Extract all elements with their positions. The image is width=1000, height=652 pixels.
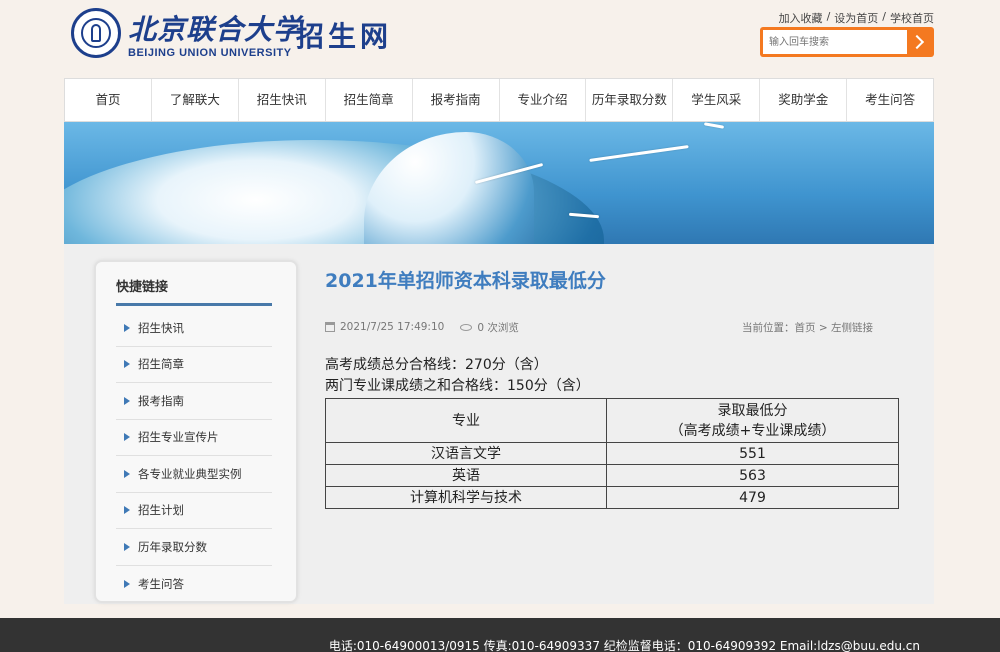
nav-past-scores[interactable]: 历年录取分数 [586,79,674,121]
article-content: 2021年单招师资本科录取最低分 2021/7/25 17:49:10 0 次浏… [325,266,899,509]
search-input[interactable] [763,30,907,54]
sidebar-title: 快捷链接 [116,276,272,306]
nav-scholarships[interactable]: 奖助学金 [760,79,848,121]
nav-guide[interactable]: 报考指南 [413,79,500,121]
table-header-row: 专业 录取最低分 （高考成绩+专业课成绩） [325,398,899,443]
footer-contact: 电话:010-64900013/0915 传真:010-64909337 纪检监… [328,639,920,652]
page-wrapper: 北京联合大学 BEIJING UNION UNIVERSITY 招生网 加入收藏… [64,0,934,604]
sidebar-item-label: 招生计划 [138,503,184,518]
set-homepage-link[interactable]: 设为首页 [834,10,878,26]
sidebar-item-label: 考生问答 [138,576,184,591]
sidebar-item-label: 报考指南 [138,393,184,408]
header-min-score: 录取最低分 （高考成绩+专业课成绩） [606,398,899,443]
major-cell: 英语 [325,464,607,487]
nav-student-life[interactable]: 学生风采 [673,79,761,121]
school-homepage-link[interactable]: 学校首页 [890,10,934,26]
table-row: 计算机科学与技术 479 [325,486,899,509]
banner-image [64,122,934,244]
nav-brochure[interactable]: 招生简章 [326,79,413,121]
major-cell: 计算机科学与技术 [325,486,607,509]
triangle-right-icon [124,433,130,442]
header-major: 专业 [325,398,607,443]
nav-news[interactable]: 招生快讯 [239,79,326,121]
seagull [703,122,725,129]
triangle-right-icon [124,396,130,405]
score-cell: 551 [606,442,899,465]
eye-icon [460,323,473,331]
sidebar-item-label: 招生专业宣传片 [138,430,219,445]
header-min-score-line1: 录取最低分 [717,402,788,419]
sidebar-item-faq[interactable]: 考生问答 [116,566,272,603]
triangle-right-icon [124,323,130,332]
nav-about[interactable]: 了解联大 [152,79,239,121]
article-meta: 2021/7/25 17:49:10 0 次浏览 当前位置：首页 > 左侧链接 [325,319,899,335]
triangle-right-icon [124,579,130,588]
sidebar-item-plan[interactable]: 招生计划 [116,493,272,529]
separator: / [826,10,831,23]
sidebar-item-label: 招生简章 [138,357,184,372]
header: 北京联合大学 BEIJING UNION UNIVERSITY 招生网 加入收藏… [64,0,934,78]
triangle-right-icon [124,360,130,369]
header-min-score-line2: （高考成绩+专业课成绩） [669,422,836,439]
main-area: 快捷链接 招生快讯 招生简章 报考指南 招生专业宣传片 各专业就业典型实例 招生… [64,244,934,604]
nav-home[interactable]: 首页 [65,79,152,121]
view-count: 0 次浏览 [477,321,519,334]
table-row: 汉语言文学 551 [325,442,899,465]
sidebar-item-label: 招生快讯 [138,320,184,335]
add-favorite-link[interactable]: 加入收藏 [779,10,823,26]
main-nav: 首页 了解联大 招生快讯 招生简章 报考指南 专业介绍 历年录取分数 学生风采 … [64,78,934,122]
separator: / [882,10,886,23]
university-seal-icon[interactable] [71,8,121,58]
triangle-right-icon [124,506,130,515]
sidebar-item-label: 各专业就业典型实例 [138,466,242,481]
score-cell: 479 [606,486,899,509]
publish-date: 2021/7/25 17:49:10 [340,321,445,333]
sidebar-item-brochure[interactable]: 招生简章 [116,347,272,383]
sidebar-item-news[interactable]: 招生快讯 [116,310,272,347]
sidebar-item-label: 历年录取分数 [138,539,207,554]
sidebar-item-past-scores[interactable]: 历年录取分数 [116,529,272,566]
site-title: 招生网 [296,20,393,53]
total-score-line: 高考成绩总分合格线：270分（含） [325,357,548,373]
article-body: 高考成绩总分合格线：270分（含） 两门专业课成绩之和合格线：150分（含） [325,355,899,397]
sidebar-item-promo-video[interactable]: 招生专业宣传片 [116,420,272,456]
sidebar-item-guide[interactable]: 报考指南 [116,383,272,420]
quick-links-sidebar: 快捷链接 招生快讯 招生简章 报考指南 招生专业宣传片 各专业就业典型实例 招生… [94,260,298,603]
score-cell: 563 [606,464,899,487]
seagull [589,145,689,162]
breadcrumb[interactable]: 当前位置：首页 > 左侧链接 [742,320,873,335]
major-score-line: 两门专业课成绩之和合格线：150分（含） [325,378,590,394]
footer: 电话:010-64900013/0915 传真:010-64909337 纪检监… [0,618,1000,652]
triangle-right-icon [124,469,130,478]
logo-chinese-name[interactable]: 北京联合大学 [128,8,302,48]
sidebar-item-employment-cases[interactable]: 各专业就业典型实例 [116,456,272,493]
calendar-icon [325,322,335,332]
table-row: 英语 563 [325,464,899,487]
logo-english-name[interactable]: BEIJING UNION UNIVERSITY [128,47,292,59]
top-links: 加入收藏 / 设为首页 / 学校首页 [779,10,934,26]
triangle-right-icon [124,542,130,551]
sidebar-list: 招生快讯 招生简章 报考指南 招生专业宣传片 各专业就业典型实例 招生计划 历年… [116,310,272,602]
chevron-right-icon [909,34,925,50]
search-button[interactable] [907,30,931,54]
major-cell: 汉语言文学 [325,442,607,465]
nav-faq[interactable]: 考生问答 [847,79,933,121]
nav-majors[interactable]: 专业介绍 [500,79,587,121]
article-title: 2021年单招师资本科录取最低分 [325,270,606,292]
search-box [760,27,934,57]
scores-table: 专业 录取最低分 （高考成绩+专业课成绩） 汉语言文学 551 英语 563 计… [325,398,899,509]
